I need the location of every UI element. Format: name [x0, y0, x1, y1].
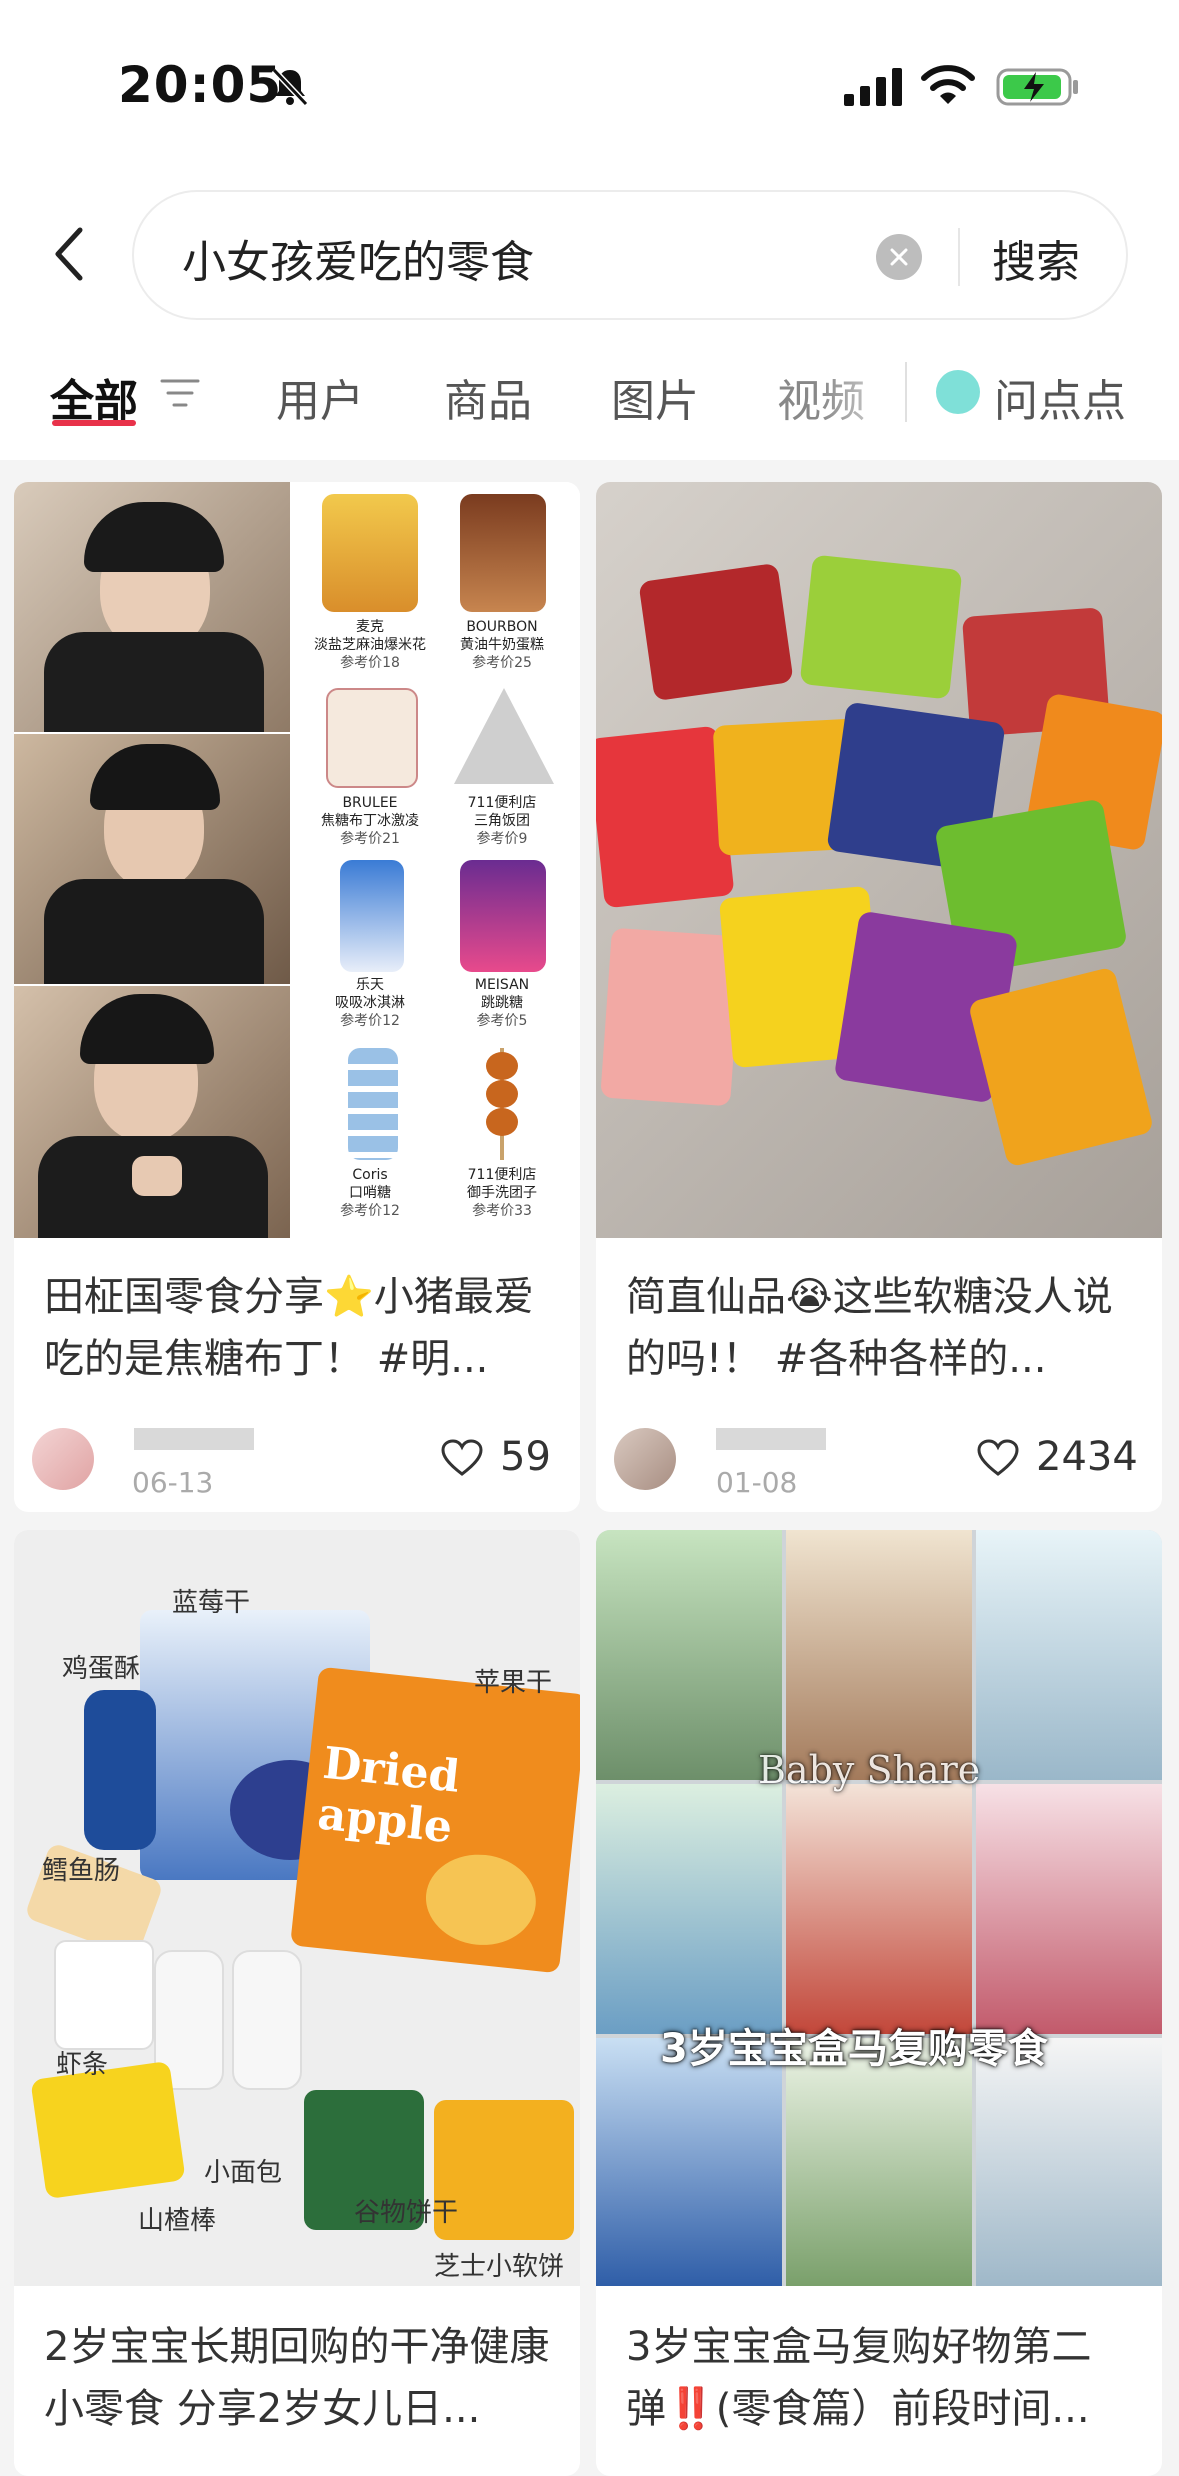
post-title[interactable]: 3岁宝宝盒马复购好物第二弹‼️(零食篇）前段时间...: [626, 2316, 1146, 2440]
overlay-title: 3岁宝宝盒马复购零食: [660, 2026, 1048, 2072]
collage-photo: [786, 1784, 972, 2034]
snack-pack-image: [340, 860, 404, 972]
search-button[interactable]: 搜索: [992, 226, 1080, 290]
onigiri-image: [454, 688, 554, 784]
ask-bubble-icon: [936, 370, 980, 414]
person-photo: [14, 986, 290, 1238]
dried-apple-text: Dried apple: [315, 1737, 463, 1854]
status-time: 20:05: [118, 56, 283, 114]
heart-icon[interactable]: [976, 1438, 1020, 1478]
author-avatar[interactable]: [614, 1428, 676, 1490]
gummy-pack: [638, 562, 794, 702]
search-divider: [958, 228, 960, 286]
tab-ask[interactable]: 问点点: [994, 365, 1126, 429]
tab-images[interactable]: 图片: [611, 365, 699, 429]
collage-photo: [786, 1530, 972, 1780]
collage-photo: [596, 1784, 782, 2034]
image-label: 苹果干: [474, 1668, 553, 1698]
collage-photo: [596, 2038, 782, 2286]
snack-pack-image: [348, 1048, 398, 1160]
post-card[interactable]: 简直仙品😭这些软糖没人说的吗!！ #各种各样的... 01-08 2434: [596, 482, 1162, 1512]
image-label: 芝士小软饼: [434, 2252, 565, 2282]
post-card[interactable]: Baby Share 3岁宝宝盒马复购零食 3岁宝宝盒马复购好物第二弹‼️(零食…: [596, 1530, 1162, 2476]
watermark-text: Baby Share: [758, 1748, 981, 1792]
image-label: 虾条: [56, 2050, 109, 2080]
bell-muted-icon: [271, 67, 309, 107]
snack-pack-image: [326, 688, 418, 788]
canister: [84, 1690, 156, 1850]
post-image[interactable]: Dried apple 蓝莓干 鸡蛋酥 苹果干 鳕鱼肠 虾条 小面包 山楂棒 谷…: [14, 1530, 580, 2286]
collage-photo: [596, 1530, 782, 1780]
collage-photo: [976, 1784, 1162, 2034]
post-date: 01-08: [716, 1466, 798, 1499]
gummy-pack: [600, 927, 742, 1107]
author-name-blurred[interactable]: [716, 1428, 826, 1450]
tab-separator: [905, 362, 907, 422]
post-card[interactable]: Dried apple 蓝莓干 鸡蛋酥 苹果干 鳕鱼肠 虾条 小面包 山楂棒 谷…: [14, 1530, 580, 2476]
like-count[interactable]: 59: [441, 1434, 551, 1480]
snack-pack-image: [460, 494, 546, 612]
like-count[interactable]: 2434: [977, 1434, 1138, 1480]
snack-label: 711便利店 御手洗团子 参考价33: [467, 1167, 537, 1219]
post-title[interactable]: 2岁宝宝长期回购的干净健康小零食 分享2岁女儿日...: [44, 2316, 564, 2440]
post-date: 06-13: [132, 1466, 214, 1499]
image-label: 蓝莓干: [172, 1588, 251, 1618]
post-title[interactable]: 田柾国零食分享⭐️小猪最爱吃的是焦糖布丁！ #明...: [44, 1266, 564, 1390]
cellular-signal-icon: [844, 68, 902, 106]
dried-apple-pack: Dried apple: [290, 1666, 580, 1974]
snack-label: MEISAN 跳跳糖 参考价5: [474, 977, 530, 1029]
gummy-pack: [799, 554, 963, 700]
image-label: 谷物饼干: [354, 2198, 459, 2228]
gummy-pack: [967, 966, 1155, 1168]
search-input[interactable]: 小女孩爱吃的零食 搜索: [132, 190, 1128, 320]
tab-products[interactable]: 商品: [444, 365, 532, 429]
search-query[interactable]: 小女孩爱吃的零食: [182, 226, 534, 290]
pouch: [54, 1940, 154, 2050]
tab-users[interactable]: 用户: [276, 365, 364, 429]
shrimp-stick-pack: [30, 2060, 186, 2200]
author-name-blurred[interactable]: [134, 1428, 254, 1450]
collage-photo: [786, 2038, 972, 2286]
snack-label: 711便利店 三角饭团 参考价9: [467, 795, 537, 847]
author-avatar[interactable]: [32, 1428, 94, 1490]
clear-search-icon[interactable]: [876, 234, 922, 280]
snack-label: BOURBON 黄油牛奶蛋糕 参考价25: [460, 619, 544, 671]
image-label: 鳕鱼肠: [42, 1856, 121, 1886]
post-title[interactable]: 简直仙品😭这些软糖没人说的吗!！ #各种各样的...: [626, 1266, 1146, 1390]
person-photo: [14, 734, 290, 984]
image-label: 鸡蛋酥: [62, 1654, 141, 1684]
heart-icon[interactable]: [440, 1438, 484, 1478]
image-label: 山楂棒: [138, 2206, 217, 2236]
battery-charging-icon: [996, 68, 1078, 106]
snack-pack-image: [460, 860, 546, 972]
collage-photo: [976, 1530, 1162, 1780]
collage-photo: [976, 2038, 1162, 2286]
active-tab-indicator: [52, 420, 136, 426]
person-photo: [14, 482, 290, 732]
post-card[interactable]: 麦克 淡盐芝麻油爆米花 参考价18 BOURBON 黄油牛奶蛋糕 参考价25 BRULE…: [14, 482, 580, 1512]
pouch: [232, 1950, 302, 2090]
filter-icon[interactable]: [158, 375, 202, 411]
post-image[interactable]: Baby Share 3岁宝宝盒马复购零食: [596, 1530, 1162, 2286]
wifi-icon: [921, 65, 975, 104]
post-image[interactable]: 麦克 淡盐芝麻油爆米花 参考价18 BOURBON 黄油牛奶蛋糕 参考价25 BRULE…: [14, 482, 580, 1238]
status-bar: 20:05: [0, 0, 1179, 170]
post-image[interactable]: [596, 482, 1162, 1238]
back-arrow-icon[interactable]: [46, 222, 94, 286]
snack-pack-image: [322, 494, 418, 612]
image-label: 小面包: [204, 2158, 283, 2188]
dango-image: [486, 1048, 518, 1160]
